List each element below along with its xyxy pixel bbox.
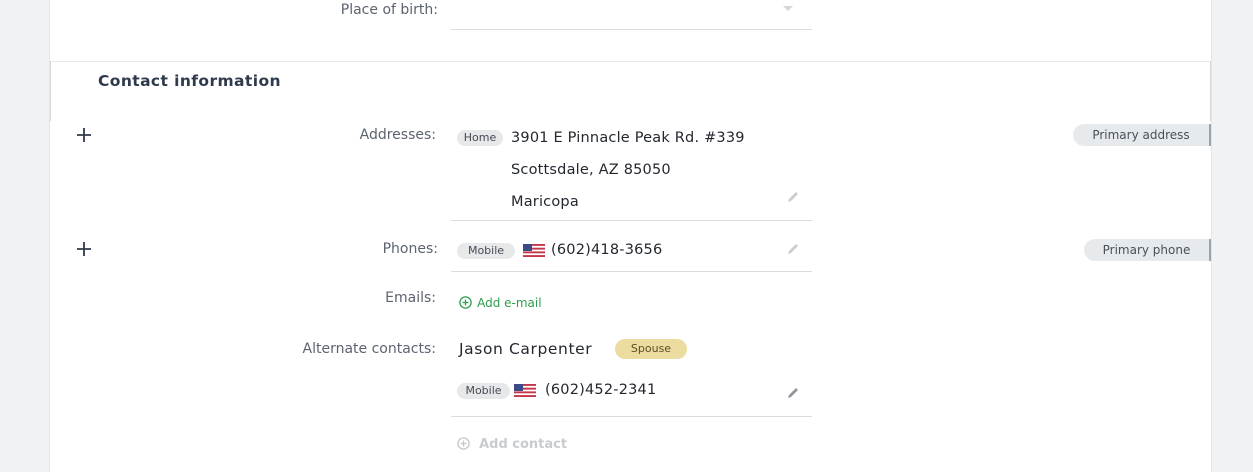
plus-circle-icon (459, 296, 472, 309)
address-type-chip: Home (457, 130, 503, 146)
place-of-birth-select[interactable] (451, 0, 812, 29)
address-line3: Maricopa (511, 194, 579, 210)
primary-phone-badge: Primary phone (1084, 239, 1211, 261)
primary-address-badge: Primary address (1073, 124, 1211, 146)
place-of-birth-label: Place of birth: (340, 2, 438, 18)
chevron-down-icon (783, 6, 793, 11)
place-of-birth-underline (451, 29, 812, 30)
phone-type-chip: Mobile (457, 243, 515, 259)
edit-alternate-phone-pencil-icon[interactable] (786, 386, 800, 400)
address-underline (451, 220, 812, 221)
alternate-contact-underline (451, 416, 812, 417)
add-contact-link[interactable]: Add contact (457, 433, 568, 452)
phones-label: Phones: (382, 241, 438, 257)
section-divider (50, 61, 1211, 62)
add-phone-plus-icon[interactable] (76, 241, 92, 257)
addresses-label: Addresses: (359, 127, 436, 143)
phone-number: (602)418-3656 (551, 242, 663, 258)
section-header-border (50, 61, 51, 121)
alternate-phone-number: (602)452-2341 (545, 382, 657, 398)
address-line1: 3901 E Pinnacle Peak Rd. #339 (511, 130, 745, 146)
edit-phone-pencil-icon[interactable] (786, 242, 800, 256)
add-email-link[interactable]: Add e-mail (459, 292, 542, 310)
contact-information-title: Contact information (98, 72, 281, 90)
profile-card: Place of birth: Contact information Addr… (49, 0, 1212, 472)
phone-underline (451, 271, 812, 272)
add-address-plus-icon[interactable] (76, 127, 92, 143)
add-contact-label: Add contact (479, 437, 568, 452)
us-flag-icon (523, 244, 545, 257)
alternate-contacts-label: Alternate contacts: (302, 341, 437, 357)
relation-badge: Spouse (615, 339, 687, 359)
edit-address-pencil-icon[interactable] (786, 190, 800, 204)
emails-label: Emails: (385, 290, 436, 306)
alternate-contact-name: Jason Carpenter (459, 340, 593, 358)
plus-circle-icon (457, 437, 470, 450)
section-header-border-right (1210, 61, 1211, 121)
alternate-phone-type-chip: Mobile (457, 383, 510, 399)
us-flag-icon (514, 384, 536, 397)
add-email-label: Add e-mail (477, 296, 542, 310)
address-line2: Scottsdale, AZ 85050 (511, 162, 671, 178)
